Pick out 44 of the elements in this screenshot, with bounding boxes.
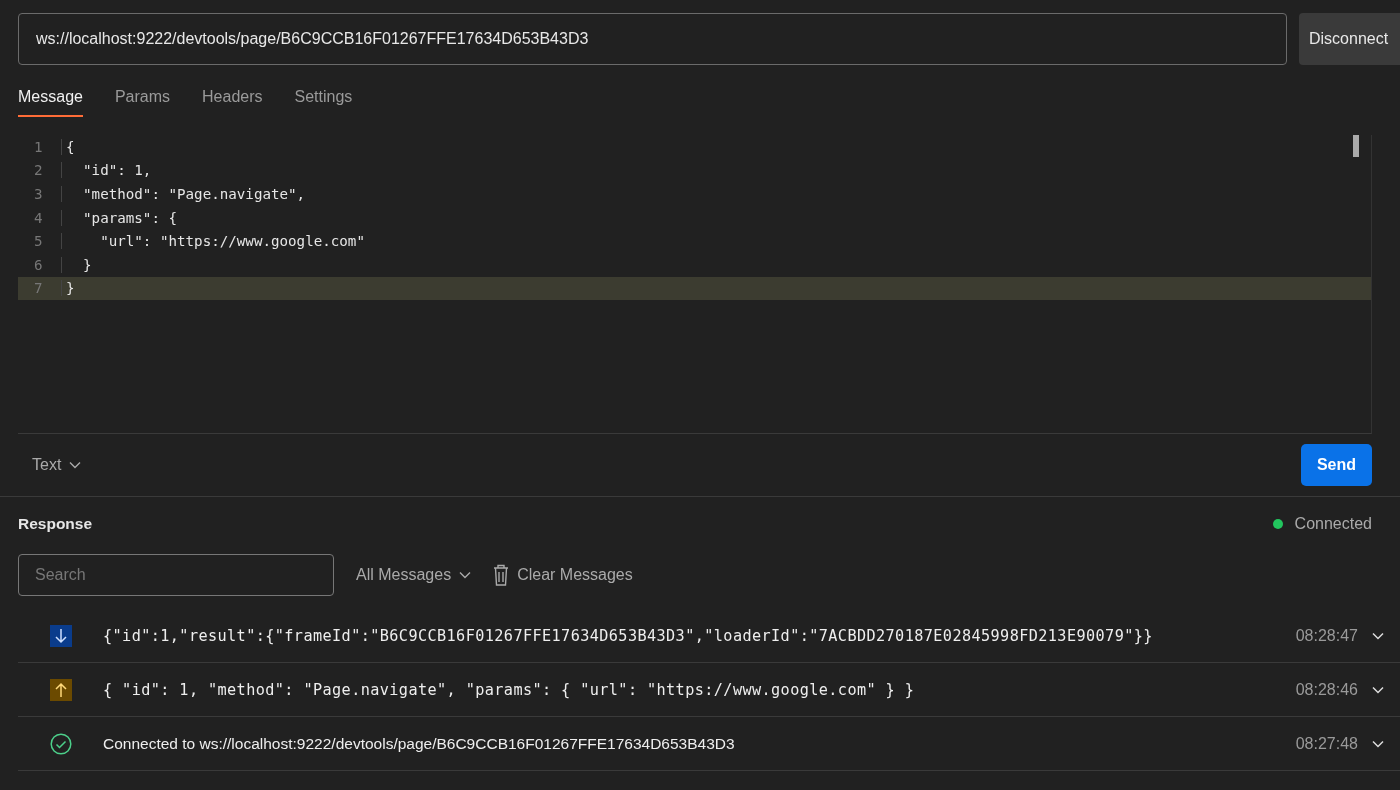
response-title: Response bbox=[18, 515, 93, 533]
arrow-up-icon bbox=[50, 678, 72, 701]
message-text: Connected to ws://localhost:9222/devtools/page/B6C9CCB16F01267FFE17634D653B43D3 bbox=[103, 734, 736, 753]
filter-dropdown[interactable]: All Messages bbox=[342, 566, 472, 584]
tab[interactable]: Headers bbox=[202, 85, 263, 117]
code-line: { bbox=[61, 138, 75, 155]
check-circle-icon bbox=[50, 732, 72, 755]
line-number: 6 bbox=[33, 256, 44, 273]
search-field[interactable]: Search bbox=[18, 554, 334, 596]
message-time: 08:27:48 bbox=[1295, 734, 1358, 753]
message-time: 08:28:46 bbox=[1295, 680, 1358, 699]
status-label: Connected bbox=[1294, 515, 1372, 533]
line-number: 2 bbox=[33, 162, 44, 179]
url-field[interactable]: ws://localhost:9222/devtools/page/B6C9CCB16F01267FFE17634D653B43D3 bbox=[18, 13, 1287, 65]
tab[interactable]: Params bbox=[114, 85, 171, 117]
chevron-down-icon[interactable] bbox=[1372, 685, 1384, 694]
code-line: } bbox=[61, 280, 75, 297]
clear-messages-button[interactable]: Clear Messages bbox=[479, 564, 633, 586]
line-number: 4 bbox=[33, 209, 44, 226]
trash-icon bbox=[493, 564, 510, 586]
disconnect-button[interactable]: Disconnect bbox=[1299, 13, 1400, 65]
tab[interactable]: Message bbox=[18, 85, 83, 117]
line-number: 7 bbox=[33, 280, 44, 297]
message-text: {"id":1,"result":{"frameId":"B6C9CCB16F01267FFE17634D653B43D3","loaderId":"7ACBDD270187E02845998FD213E90079"}} bbox=[103, 626, 1154, 645]
chevron-down-icon[interactable] bbox=[1372, 739, 1384, 748]
code-line: "url": "https://www.google.com" bbox=[61, 233, 365, 250]
line-number: 3 bbox=[33, 186, 44, 202]
send-button[interactable]: Send bbox=[1301, 444, 1372, 486]
code-editor[interactable]: 1 { 2 "id": 1, 3 "method": "Page.navigate", 4 "params": { 5 "url": "https://www.google.com" 6 } 7 } bbox=[18, 135, 1372, 434]
tab[interactable]: Settings bbox=[294, 85, 353, 117]
message-time: 08:28:47 bbox=[1295, 626, 1358, 645]
format-dropdown[interactable]: Text bbox=[18, 456, 82, 474]
code-line: "id": 1, bbox=[61, 162, 152, 179]
code-line: } bbox=[61, 256, 92, 273]
code-line: "method": "Page.navigate", bbox=[61, 186, 306, 202]
chevron-down-icon bbox=[69, 461, 82, 469]
message-text: { "id": 1, "method": "Page.navigate", "params": { "url": "https://www.google.com" } } bbox=[103, 680, 916, 699]
code-line: "params": { bbox=[61, 209, 178, 226]
chevron-down-icon bbox=[459, 571, 472, 579]
chevron-down-icon[interactable] bbox=[1372, 631, 1384, 640]
line-number: 5 bbox=[33, 233, 44, 250]
arrow-down-icon bbox=[50, 624, 72, 647]
scrollbar bbox=[1353, 135, 1359, 157]
line-number: 1 bbox=[33, 138, 44, 155]
